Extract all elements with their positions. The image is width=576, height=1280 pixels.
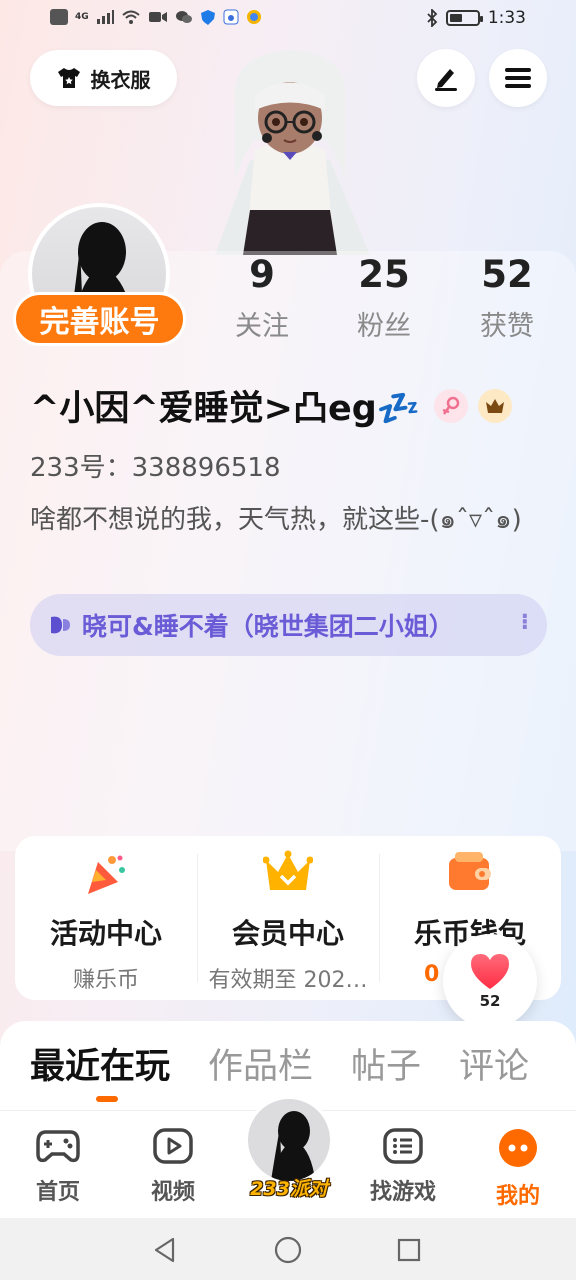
gamepad-icon (36, 1130, 80, 1163)
clock: 1:33 (487, 8, 526, 28)
wallet-icon (449, 852, 491, 890)
activity-center-sub: 赚乐币 (72, 968, 139, 993)
baidu-icon (223, 9, 239, 25)
list-icon (383, 1128, 423, 1164)
play-icon (153, 1128, 193, 1164)
stat-likes-label: 获赞 (480, 311, 534, 342)
complete-account-button[interactable]: 完善账号 (13, 292, 186, 346)
stat-followers-label: 粉丝 (357, 311, 411, 342)
activity-center-title: 活动中心 (49, 917, 162, 950)
group-tag[interactable]: 晓可&睡不着（晓世集团二小姐） ⁝ (30, 594, 547, 656)
user-bio: 啥都不想说的我，天气热，就这些-(๑ˆ▿ˆ๑) (30, 505, 522, 535)
battery-icon (445, 10, 483, 26)
active-tab-indicator (96, 1096, 118, 1102)
member-center-button[interactable]: 会员中心 有效期至 202… (197, 836, 379, 1000)
nav-party-label[interactable]: 233派对 (246, 1174, 332, 1201)
crown-icon (478, 388, 513, 423)
stat-followers-count: 25 (358, 253, 410, 296)
group-tag-icon (51, 616, 70, 634)
tab-posts[interactable]: 帖子 (351, 1038, 421, 1089)
tshirt-icon (57, 68, 80, 88)
change-outfit-button[interactable]: 换衣服 (30, 50, 177, 106)
home-icon[interactable] (274, 1236, 302, 1264)
nav-find-games[interactable]: 找游戏 (358, 1128, 448, 1206)
member-center-title: 会员中心 (231, 917, 344, 950)
party-popper-icon (88, 855, 125, 894)
group-more-icon[interactable]: ⁝ (521, 610, 529, 635)
pen-icon (435, 69, 457, 91)
nav-party-avatar[interactable] (245, 1096, 333, 1184)
system-nav-bar (0, 1218, 576, 1280)
status-bar: 4G 1:33 (0, 0, 576, 40)
stat-following-label: 关注 (235, 311, 289, 342)
user-id: 233号：338896518 (30, 453, 281, 483)
face-icon (499, 1129, 537, 1167)
heart-icon (471, 954, 509, 989)
wechat-icon (175, 11, 192, 23)
tab-comments[interactable]: 评论 (459, 1038, 529, 1089)
female-icon (434, 388, 469, 423)
nav-find-games-label: 找游戏 (369, 1180, 436, 1205)
battery-fill (449, 14, 462, 22)
content-tabs: 最近在玩 作品栏 帖子 评论 (30, 1038, 529, 1089)
shield-app-icon (200, 10, 215, 25)
video-icon (148, 12, 167, 22)
bluetooth-icon (427, 9, 438, 27)
tab-recent-played[interactable]: 最近在玩 (30, 1038, 170, 1089)
nickname: ^小因^爱睡觉>凸eg💤 (30, 389, 421, 429)
nav-me-label: 我的 (495, 1184, 540, 1209)
nav-video-label: 视频 (150, 1180, 195, 1205)
edit-profile-button[interactable] (417, 49, 475, 107)
hd-icon (50, 9, 68, 25)
back-icon[interactable] (153, 1237, 177, 1263)
nickname-row: ^小因^爱睡觉>凸eg💤 (30, 380, 513, 431)
signal-icon (96, 10, 114, 24)
member-center-sub: 有效期至 202… (208, 968, 368, 993)
crown-icon (263, 850, 313, 890)
nav-home[interactable]: 首页 (13, 1128, 103, 1206)
like-float-count: 52 (479, 992, 501, 1010)
menu-button[interactable] (489, 49, 547, 107)
activity-center-button[interactable]: 活动中心 赚乐币 (15, 836, 197, 1000)
nav-video[interactable]: 视频 (128, 1128, 218, 1206)
stat-likes-count: 52 (481, 253, 533, 296)
like-float-button[interactable]: 52 (443, 934, 537, 1028)
stat-likes[interactable]: 52 获赞 (452, 252, 562, 343)
wifi-icon (121, 10, 140, 24)
group-tag-text: 晓可&睡不着（晓世集团二小姐） (82, 612, 454, 641)
change-outfit-label: 换衣服 (90, 67, 151, 92)
tab-works[interactable]: 作品栏 (208, 1038, 313, 1089)
nav-home-label: 首页 (35, 1180, 80, 1205)
stat-following[interactable]: 9 关注 (207, 252, 317, 343)
hamburger-icon (505, 68, 531, 88)
stat-following-count: 9 (249, 253, 275, 296)
browser-icon (246, 10, 261, 24)
recents-icon[interactable] (397, 1237, 421, 1263)
stat-followers[interactable]: 25 粉丝 (329, 252, 439, 343)
network-label: 4G (75, 12, 89, 22)
nav-me[interactable]: 我的 (473, 1128, 563, 1210)
avatar-3d-figure[interactable] (195, 40, 385, 255)
